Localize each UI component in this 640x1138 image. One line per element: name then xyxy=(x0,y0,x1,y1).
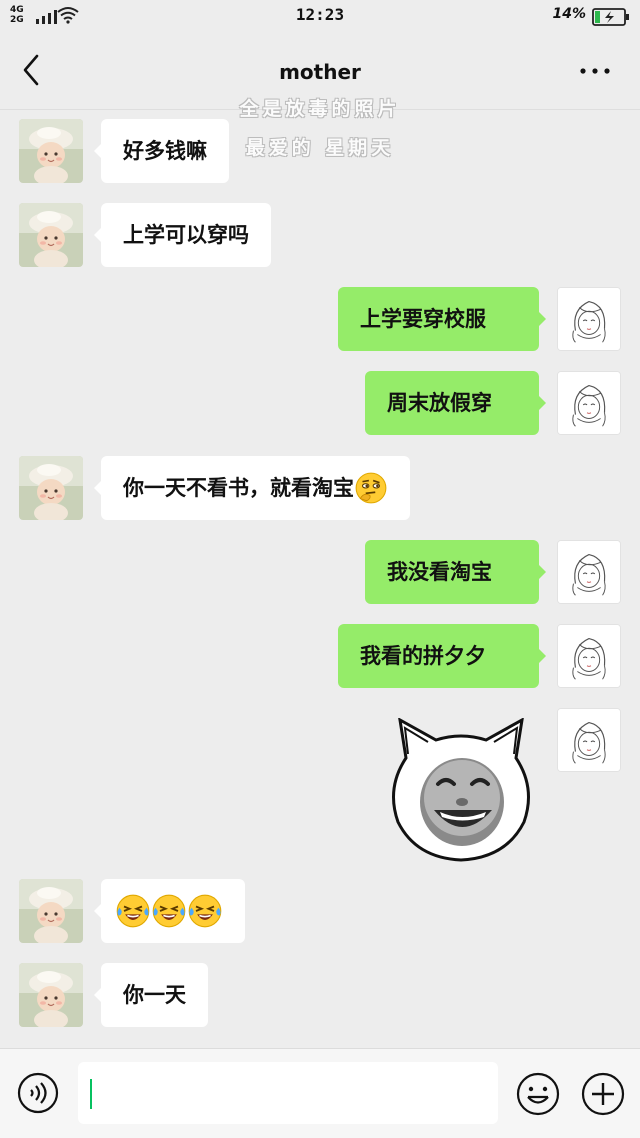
contact-avatar[interactable] xyxy=(19,203,83,267)
plus-icon xyxy=(581,1072,625,1116)
my-avatar[interactable] xyxy=(557,708,621,772)
my-avatar[interactable] xyxy=(557,540,621,604)
rolling-laughing-emoji-icon xyxy=(115,893,151,929)
my-avatar[interactable] xyxy=(557,624,621,688)
voice-button[interactable] xyxy=(17,1072,59,1114)
emoji-icon xyxy=(516,1072,560,1116)
input-bar xyxy=(0,1048,640,1138)
my-avatar[interactable] xyxy=(557,287,621,351)
rolling-laughing-emoji-icon xyxy=(151,893,187,929)
rolling-laughing-emoji-icon xyxy=(187,893,223,929)
contact-avatar[interactable] xyxy=(19,879,83,943)
message-bubble-outgoing[interactable]: 周末放假穿 xyxy=(365,371,546,435)
battery-charging-icon xyxy=(592,8,629,26)
message-bubble-incoming[interactable]: 上学可以穿吗 xyxy=(94,203,271,267)
message-bubble-incoming[interactable]: 你一天 xyxy=(94,963,208,1027)
message-bubble-incoming[interactable]: 你一天不看书，就看淘宝 xyxy=(94,456,410,520)
battery-percent: 14% xyxy=(552,6,586,22)
status-time: 12:23 xyxy=(295,5,345,24)
contact-avatar[interactable] xyxy=(19,119,83,183)
contact-avatar[interactable] xyxy=(19,456,83,520)
chat-title: mother xyxy=(279,60,361,84)
text-cursor xyxy=(90,1079,92,1109)
emoji-button[interactable] xyxy=(516,1072,560,1116)
message-text: 你一天不看书，就看淘宝 xyxy=(123,475,354,500)
message-bubble-incoming[interactable]: 好多钱嘛 xyxy=(94,119,229,183)
message-bubble-incoming[interactable] xyxy=(94,879,245,943)
message-input[interactable] xyxy=(78,1062,498,1124)
plus-button[interactable] xyxy=(581,1072,625,1116)
message-bubble-outgoing[interactable]: 我看的拼夕夕 xyxy=(338,624,546,688)
more-dots-icon xyxy=(580,68,610,74)
thinking-face-emoji-icon xyxy=(354,471,388,505)
more-options-button[interactable] xyxy=(578,58,612,84)
my-avatar[interactable] xyxy=(557,371,621,435)
message-bubble-outgoing[interactable]: 上学要穿校服 xyxy=(338,287,546,351)
contact-avatar[interactable] xyxy=(19,963,83,1027)
watermark-line-1: 全是放毒的照片 xyxy=(239,98,401,120)
voice-icon xyxy=(17,1072,59,1114)
message-bubble-outgoing[interactable]: 我没看淘宝 xyxy=(365,540,546,604)
status-bar: 4G 2G 12:23 14% xyxy=(0,0,640,32)
laughing-cat-face-sticker[interactable] xyxy=(386,718,536,862)
